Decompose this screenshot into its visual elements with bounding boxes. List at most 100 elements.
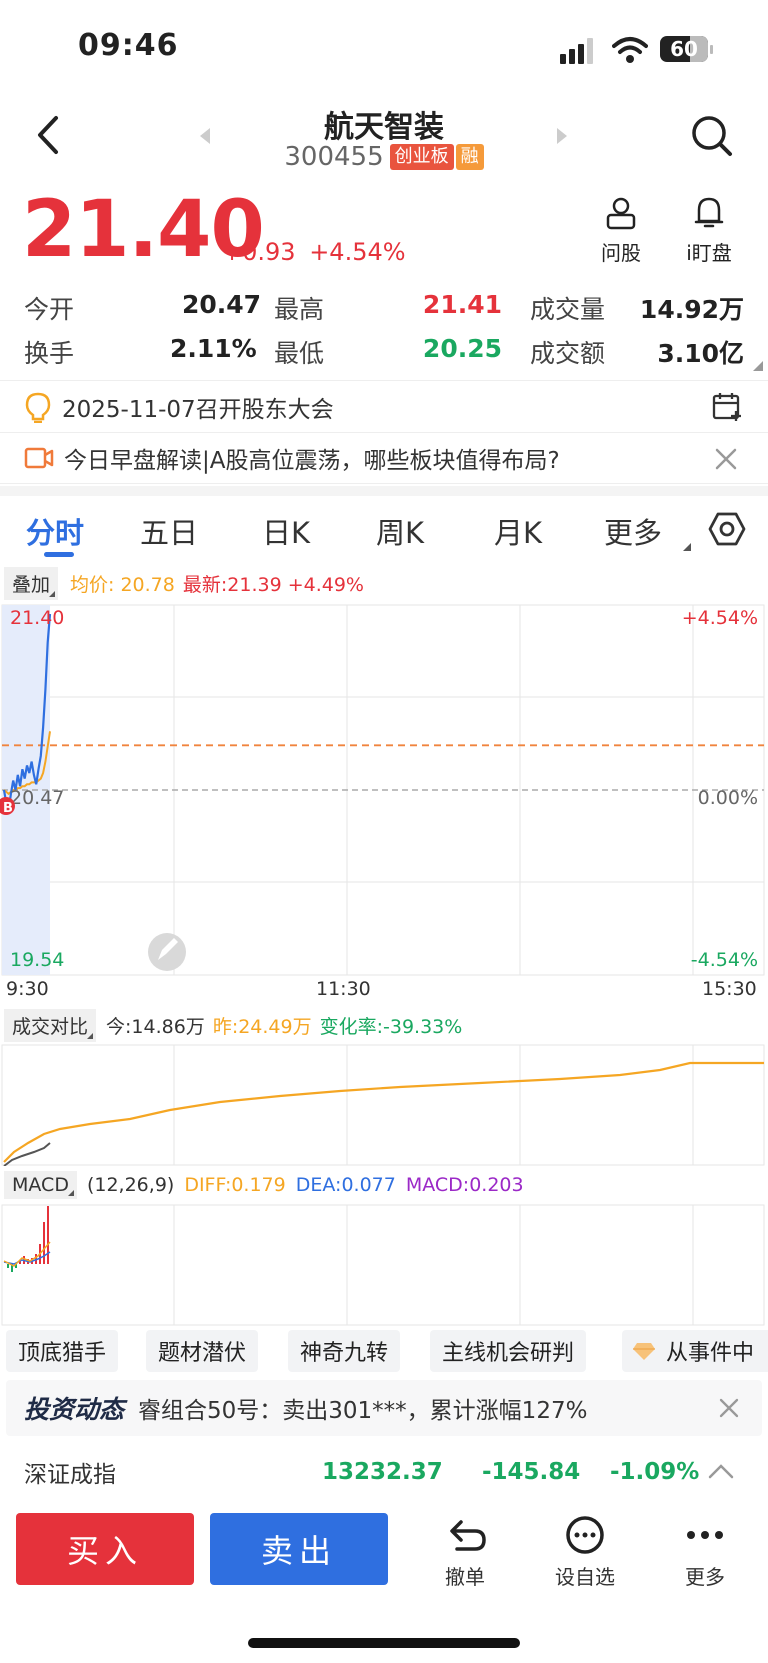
macd-diff: DIFF:0.179 bbox=[184, 1174, 286, 1196]
investment-news-banner[interactable]: 投资动态 睿组合50号：卖出301***，累计涨幅127% bbox=[6, 1380, 762, 1436]
feature-events-label: 从事件中 bbox=[666, 1341, 755, 1366]
index-change: -145.84 bbox=[482, 1459, 581, 1485]
macd-params: (12,26,9) bbox=[86, 1174, 175, 1196]
undo-icon bbox=[450, 1520, 486, 1551]
feature-top-bottom[interactable]: 顶底猎手 bbox=[6, 1330, 119, 1372]
volume-compare-label: 成交对比 bbox=[12, 1015, 89, 1038]
overlay-label: 叠加 bbox=[12, 573, 51, 596]
tab-five-day[interactable]: 五日 bbox=[140, 510, 198, 552]
search-icon[interactable] bbox=[690, 114, 734, 158]
latest-price: 最新:21.39 +4.49% bbox=[182, 573, 364, 596]
turnover-label: 换手 bbox=[24, 339, 75, 368]
tab-weekly-k[interactable]: 周K bbox=[376, 510, 424, 552]
wifi-icon bbox=[612, 37, 648, 63]
intraday-price-chart[interactable]: 21.40 20.47 19.54 +4.54% 0.00% -4.54% B bbox=[0, 604, 768, 976]
watch-button[interactable]: i盯盘 bbox=[674, 195, 744, 266]
feature-mainline[interactable]: 主线机会研判 bbox=[430, 1330, 587, 1372]
video-notice[interactable]: 今日早盘解读|A股高位震荡，哪些板块值得布局? bbox=[0, 432, 768, 484]
chat-dots-icon bbox=[566, 1516, 604, 1554]
x-label-close: 15:30 bbox=[702, 978, 757, 1000]
index-ticker[interactable]: 深证成指 13232.37 -145.84 -1.09% bbox=[0, 1448, 768, 1496]
change-amount: +0.93 bbox=[222, 238, 296, 266]
calendar-add-icon[interactable] bbox=[712, 391, 744, 423]
overlay-button[interactable]: 叠加 bbox=[4, 566, 59, 600]
expand-corner-icon[interactable] bbox=[752, 360, 764, 372]
status-bar: 09:46 60 bbox=[0, 0, 768, 100]
cancel-order-button[interactable]: 撤单 bbox=[420, 1515, 510, 1590]
active-tab-indicator bbox=[44, 552, 74, 557]
add-watchlist-button[interactable]: 设自选 bbox=[540, 1515, 630, 1590]
svg-text:B: B bbox=[3, 801, 13, 816]
index-name: 深证成指 bbox=[24, 1462, 116, 1488]
ask-stock-button[interactable]: 问股 bbox=[586, 195, 656, 266]
volume-yesterday: 昨:24.49万 bbox=[212, 1015, 312, 1038]
feature-nine-turn[interactable]: 神奇九转 bbox=[288, 1330, 401, 1372]
volume-value: 14.92万 bbox=[639, 295, 744, 324]
tab-monthly-k[interactable]: 月K bbox=[494, 510, 542, 552]
video-text: 今日早盘解读|A股高位震荡，哪些板块值得布局? bbox=[64, 448, 560, 474]
y-label-mid: 20.47 bbox=[10, 787, 64, 809]
settings-hex-icon[interactable] bbox=[708, 510, 746, 548]
macd-chart[interactable] bbox=[0, 1204, 768, 1326]
macd-corner-icon bbox=[67, 1190, 74, 1196]
amount-label: 成交额 bbox=[530, 339, 606, 368]
volume-change-rate: 变化率:-39.33% bbox=[319, 1015, 463, 1038]
macd-header: MACD (12,26,9) DIFF:0.179 DEA:0.077 MACD… bbox=[4, 1170, 524, 1200]
y-label-top: 21.40 bbox=[10, 607, 64, 629]
tab-more[interactable]: 更多 bbox=[604, 510, 662, 552]
sell-button[interactable]: 卖出 bbox=[210, 1513, 388, 1585]
battery-level: 60 bbox=[670, 37, 698, 61]
watch-label: i盯盘 bbox=[686, 241, 732, 265]
close-news-icon[interactable] bbox=[718, 1397, 740, 1419]
volume-header: 成交对比 今:14.86万 昨:24.49万 变化率:-39.33% bbox=[4, 1008, 463, 1042]
feature-events[interactable]: 从事件中 bbox=[622, 1330, 768, 1372]
stock-code: 300455 bbox=[284, 142, 384, 172]
home-indicator bbox=[248, 1638, 520, 1648]
buy-button[interactable]: 买入 bbox=[16, 1513, 194, 1585]
y-label-bottom: 19.54 bbox=[10, 949, 64, 971]
chart-header: 叠加 均价: 20.78 最新:21.39 +4.49% bbox=[4, 566, 364, 600]
diamond-icon bbox=[633, 1343, 655, 1360]
chevron-up-icon[interactable] bbox=[708, 1462, 734, 1480]
lightbulb-icon bbox=[25, 392, 51, 423]
ask-stock-label: 问股 bbox=[601, 241, 641, 265]
section-divider bbox=[0, 486, 768, 496]
macd-dea: DEA:0.077 bbox=[295, 1174, 396, 1196]
macd-button[interactable]: MACD bbox=[4, 1171, 77, 1199]
turnover-value: 2.11% bbox=[170, 334, 257, 363]
x-label-mid: 11:30 bbox=[316, 978, 371, 1000]
x-label-open: 9:30 bbox=[6, 978, 49, 1000]
meeting-notice[interactable]: 2025-11-07召开股东大会 bbox=[0, 380, 768, 432]
bell-icon bbox=[694, 197, 724, 228]
high-value: 21.41 bbox=[422, 290, 502, 319]
volume-compare-button[interactable]: 成交对比 bbox=[4, 1008, 97, 1042]
macd-label: MACD bbox=[12, 1174, 69, 1196]
low-label: 最低 bbox=[274, 339, 325, 368]
battery-icon: 60 bbox=[660, 36, 713, 62]
volume-today: 今:14.86万 bbox=[106, 1015, 205, 1038]
news-brand: 投资动态 bbox=[24, 1395, 125, 1424]
index-percent: -1.09% bbox=[610, 1459, 700, 1485]
board-tag: 创业板 bbox=[389, 144, 454, 170]
feature-theme[interactable]: 题材潜伏 bbox=[146, 1330, 259, 1372]
tab-intraday[interactable]: 分时 bbox=[26, 510, 84, 552]
person-icon bbox=[606, 197, 636, 230]
tab-daily-k[interactable]: 日K bbox=[262, 510, 310, 552]
pct-label-bottom: -4.54% bbox=[691, 949, 758, 971]
add-watchlist-label: 设自选 bbox=[555, 1565, 615, 1589]
macd-value: MACD:0.203 bbox=[405, 1174, 524, 1196]
more-button[interactable]: 更多 bbox=[660, 1515, 750, 1590]
volume-compare-chart[interactable] bbox=[0, 1044, 768, 1166]
change-percent: +4.54% bbox=[309, 238, 406, 266]
stock-code-row: 300455 创业板 融 bbox=[0, 142, 768, 172]
meeting-text: 2025-11-07召开股东大会 bbox=[62, 396, 334, 423]
yesterday-volume-line bbox=[3, 1061, 764, 1163]
avg-price: 均价: 20.78 bbox=[70, 573, 175, 596]
close-icon[interactable] bbox=[714, 447, 738, 471]
cancel-order-label: 撤单 bbox=[445, 1565, 485, 1589]
low-value: 20.25 bbox=[422, 334, 502, 363]
period-tabs: 分时 五日 日K 周K 月K 更多 bbox=[0, 498, 768, 558]
edit-icon[interactable] bbox=[148, 933, 186, 971]
more-label: 更多 bbox=[685, 1565, 725, 1589]
more-dots-icon bbox=[687, 1531, 723, 1539]
